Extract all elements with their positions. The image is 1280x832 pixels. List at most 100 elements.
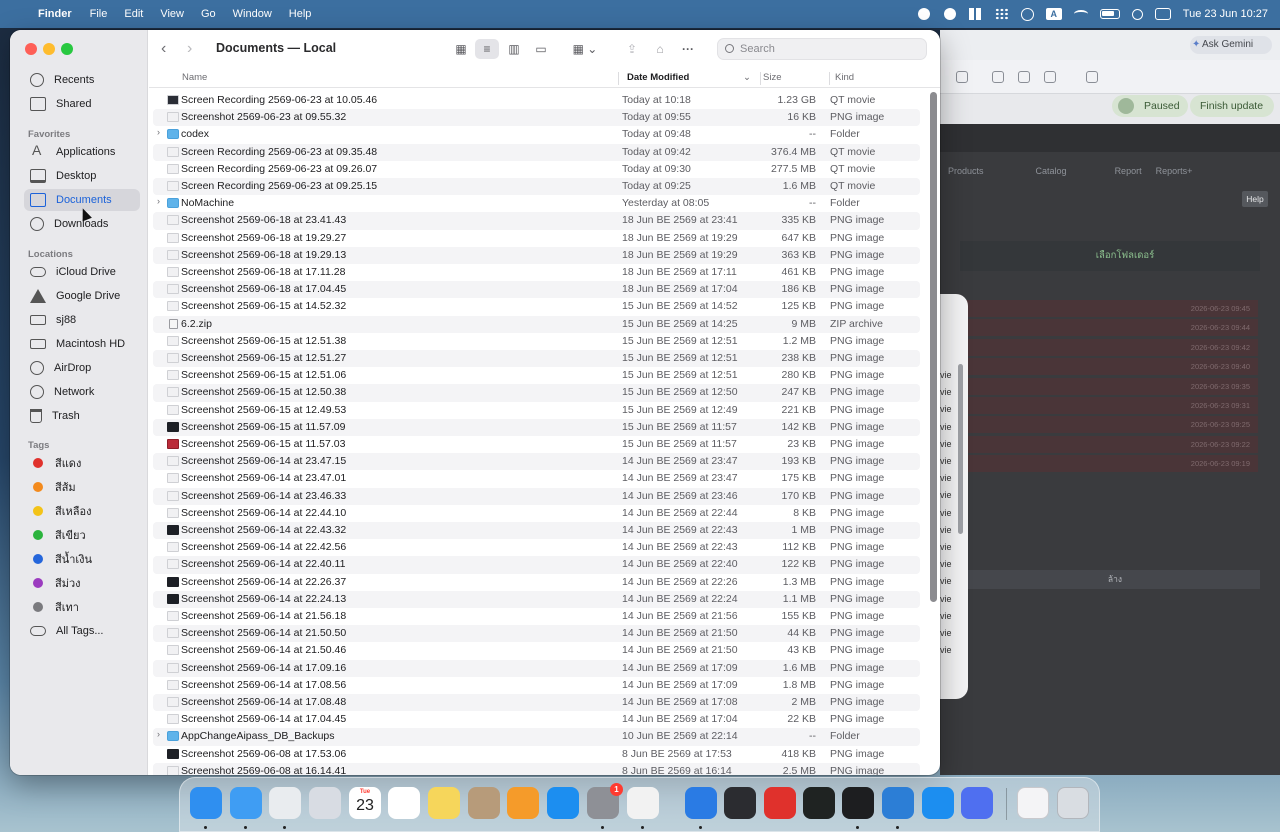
group-by-button[interactable]: ▦ ⌄ <box>567 39 603 59</box>
table-row[interactable]: 6.2.zip 15 Jun BE 2569 at 14:25 9 MB ZIP ar… <box>153 315 920 333</box>
column-size[interactable]: Size <box>763 72 781 83</box>
star-icon[interactable] <box>956 71 968 83</box>
table-row[interactable]: Screenshot 2569-06-14 at 23.47.15 14 Jun … <box>153 453 920 471</box>
control-center-icon[interactable] <box>1154 8 1171 20</box>
clear-button[interactable]: ล้าง <box>940 570 1260 589</box>
back-arrow-icon[interactable]: ‹ <box>161 40 166 58</box>
table-row[interactable]: Screenshot 2569-06-14 at 23.47.01 14 Jun … <box>153 470 920 487</box>
terminal-icon[interactable] <box>842 787 874 819</box>
close-window-button[interactable] <box>25 43 37 55</box>
column-date-modified[interactable]: Date Modified <box>627 72 689 83</box>
menu-clock[interactable]: Tue 23 Jun 10:27 <box>1183 8 1268 20</box>
disclosure-triangle-icon[interactable]: › <box>157 127 160 137</box>
table-row[interactable]: Screenshot 2569-06-15 at 12.49.53 15 Jun … <box>153 402 920 419</box>
sidebar-item-tag[interactable]: สีม่วง <box>24 572 140 594</box>
zoom-window-button[interactable] <box>61 43 73 55</box>
remote-app-icon[interactable] <box>961 787 993 819</box>
share-icon[interactable]: ⇪ <box>621 39 643 59</box>
finish-update-button[interactable]: Finish update <box>1190 95 1274 117</box>
ask-gemini-button[interactable]: Ask Gemini <box>1190 36 1272 54</box>
table-row[interactable]: Screenshot 2569-06-15 at 11.57.09 15 Jun … <box>153 418 920 436</box>
help-button[interactable]: Help <box>1242 191 1268 207</box>
tag-edit-icon[interactable]: ⌂ <box>649 39 671 59</box>
pages-icon[interactable] <box>507 787 539 819</box>
table-row[interactable]: Screenshot 2569-06-18 at 19.29.13 18 Jun … <box>153 246 920 264</box>
dots-grid-icon[interactable] <box>994 8 1009 20</box>
system-settings-icon[interactable]: 1 <box>587 783 623 819</box>
list-item[interactable]: 2026-06-23 09:22 <box>940 435 1258 453</box>
sort-chevron-icon[interactable]: ⌄ <box>743 72 751 83</box>
menu-help[interactable]: Help <box>289 8 312 20</box>
sidebar-item-tag[interactable]: สีเขียว <box>24 524 140 546</box>
list-item[interactable]: 2026-06-23 09:42 <box>940 338 1258 356</box>
table-row[interactable]: Screenshot 2569-06-18 at 17.11.28 18 Jun … <box>153 264 920 281</box>
table-row[interactable]: Screenshot 2569-06-14 at 22.44.10 14 Jun … <box>153 505 920 522</box>
nav-reports-plus[interactable]: Reports+ <box>1156 166 1193 176</box>
app-store-icon[interactable] <box>547 787 579 819</box>
table-row[interactable]: Screen Recording 2569-06-23 at 09.35.48 T… <box>153 143 920 161</box>
sidebar-item-shared[interactable]: Shared <box>24 93 140 115</box>
sidebar-item-sj88[interactable]: sj88 <box>24 309 140 331</box>
sidebar-item-icloud-drive[interactable]: iCloud Drive <box>24 261 140 283</box>
download-icon[interactable] <box>1086 71 1098 83</box>
sidebar-item-all-tags[interactable]: All Tags... <box>24 620 140 642</box>
sheet-scrollbar[interactable] <box>958 364 963 534</box>
icon-view-button[interactable]: ▦ <box>449 39 473 59</box>
table-row[interactable]: Screenshot 2569-06-08 at 16.14.41 8 Jun B… <box>153 762 920 775</box>
disclosure-triangle-icon[interactable]: › <box>157 729 160 739</box>
table-row[interactable]: › codex Today at 09:48 -- Folder <box>153 126 920 143</box>
table-row[interactable]: Screenshot 2569-06-14 at 21.56.18 14 Jun … <box>153 608 920 625</box>
table-row[interactable]: Screenshot 2569-06-23 at 09.55.32 Today a… <box>153 109 920 127</box>
list-item[interactable]: 2026-06-23 09:40 <box>940 358 1258 376</box>
sidebar-item-airdrop[interactable]: AirDrop <box>24 357 140 379</box>
vs-code-icon[interactable] <box>882 787 914 819</box>
sidebar-item-tag[interactable]: สีส้ม <box>24 476 140 498</box>
qt-app-icon[interactable] <box>922 787 954 819</box>
safari-icon[interactable] <box>230 787 262 819</box>
list-item[interactable]: 2026-06-23 09:35 <box>940 377 1258 395</box>
search-field[interactable]: Search <box>717 38 927 60</box>
table-row[interactable]: Screenshot 2569-06-14 at 22.24.13 14 Jun … <box>153 590 920 608</box>
spotlight-icon[interactable] <box>1131 8 1143 20</box>
puzzle-icon[interactable] <box>1018 71 1030 83</box>
table-row[interactable]: Screenshot 2569-06-14 at 17.08.56 14 Jun … <box>153 677 920 694</box>
sidebar-item-google-drive[interactable]: Google Drive <box>24 285 140 307</box>
column-name[interactable]: Name <box>182 72 207 83</box>
paused-button[interactable]: Paused <box>1112 95 1188 117</box>
minimize-window-button[interactable] <box>43 43 55 55</box>
sidebar-item-recents[interactable]: Recents <box>24 69 140 91</box>
table-row[interactable]: Screenshot 2569-06-14 at 22.26.37 14 Jun … <box>153 574 920 591</box>
table-row[interactable]: Screenshot 2569-06-15 at 12.51.27 15 Jun … <box>153 350 920 368</box>
sidebar-item-tag[interactable]: สีน้ำเงิน <box>24 548 140 570</box>
table-row[interactable]: Screenshot 2569-06-14 at 17.04.45 14 Jun … <box>153 711 920 728</box>
gallery-view-button[interactable]: ▭ <box>529 39 553 59</box>
sidebar-item-network[interactable]: Network <box>24 381 140 403</box>
table-row[interactable]: Screenshot 2569-06-15 at 12.50.38 15 Jun … <box>153 384 920 402</box>
table-row[interactable]: Screen Recording 2569-06-23 at 09.26.07 T… <box>153 161 920 178</box>
character-app-icon[interactable] <box>627 787 659 819</box>
sidebar-item-applications[interactable]: Applications <box>24 141 140 163</box>
column-view-button[interactable]: ▥ <box>502 39 526 59</box>
menu-go[interactable]: Go <box>201 8 216 20</box>
disclosure-triangle-icon[interactable]: › <box>157 196 160 206</box>
table-row[interactable]: Screenshot 2569-06-14 at 21.50.46 14 Jun … <box>153 642 920 659</box>
record-icon[interactable] <box>917 8 931 20</box>
sidebar-item-trash[interactable]: Trash <box>24 405 140 427</box>
table-row[interactable]: Screenshot 2569-06-15 at 12.51.38 15 Jun … <box>153 333 920 350</box>
grid-launcher-icon[interactable] <box>724 787 756 819</box>
mi-app-icon[interactable] <box>764 787 796 819</box>
table-row[interactable]: Screenshot 2569-06-18 at 17.04.45 18 Jun … <box>153 281 920 299</box>
sidebar-item-desktop[interactable]: Desktop <box>24 165 140 187</box>
nav-report[interactable]: Report <box>1115 166 1142 176</box>
list-item[interactable]: 2026-06-23 09:31 <box>940 397 1258 414</box>
finder-window[interactable]: Recents Shared Favorites Applications De… <box>10 30 940 775</box>
table-row[interactable]: Screenshot 2569-06-14 at 22.40.11 14 Jun … <box>153 556 920 574</box>
calendar-icon[interactable]: Tue 23 <box>349 787 381 819</box>
notes-icon[interactable] <box>428 787 460 819</box>
sidebar-item-macintosh-hd[interactable]: Macintosh HD <box>24 333 140 355</box>
play-circle-icon[interactable] <box>1020 7 1034 21</box>
table-row[interactable]: Screenshot 2569-06-14 at 23.46.33 14 Jun … <box>153 487 920 505</box>
list-view-button[interactable]: ≡ <box>475 39 499 59</box>
more-actions-icon[interactable]: ··· <box>677 39 699 59</box>
menu-window[interactable]: Window <box>233 8 272 20</box>
